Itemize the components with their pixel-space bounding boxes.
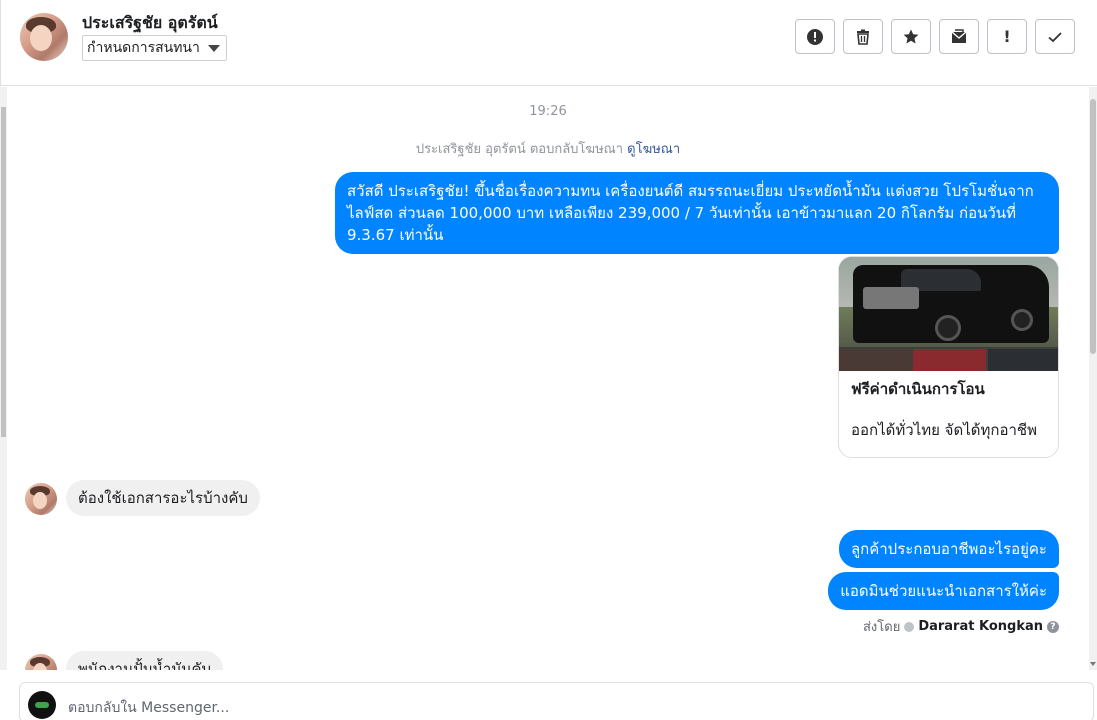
exclamation-icon: ! [1003, 27, 1011, 46]
caret-down-icon [207, 45, 220, 52]
ad-description: ออกได้ทั่วไทย จัดได้ทุกอาชีพ [851, 421, 1037, 439]
verified-icon [904, 621, 915, 632]
alert-circle-icon [807, 28, 823, 45]
page-avatar [28, 691, 56, 719]
incoming-message[interactable]: ต้องใช้เอกสารอะไรบ้างคับ [66, 480, 260, 516]
contact-avatar-small[interactable] [25, 483, 57, 515]
help-icon[interactable]: ? [1047, 620, 1059, 633]
ad-reply-note: ประเสริฐชัย อุตรัตน์ ตอบกลับโฆษณา ดูโฆษณ… [7, 138, 1089, 159]
sent-by-info: ส่งโดย Dararat Kongkan ? [863, 616, 1059, 637]
conversation-header: ประเสริฐชัย อุตรัตน์ กำหนดการสนทนา ! [0, 0, 1097, 86]
assign-conversation-dropdown[interactable]: กำหนดการสนทนา [82, 35, 227, 61]
spam-button[interactable] [795, 19, 835, 54]
view-ad-link[interactable]: ดูโฆษณา [627, 142, 680, 157]
conversation-toolbar: ! [795, 19, 1075, 54]
delete-button[interactable] [843, 19, 883, 54]
outgoing-message[interactable]: ลูกค้าประกอบอาชีพอะไรอยู่คะ [838, 530, 1059, 568]
ad-reply-text: ประเสริฐชัย อุตรัตน์ ตอบกลับโฆษณา [415, 142, 623, 157]
contact-name[interactable]: ประเสริฐชัย อุตรัตน์ [82, 11, 218, 36]
contact-avatar-small[interactable] [25, 654, 57, 670]
ad-title: ฟรีค่าดำเนินการโอน [851, 380, 985, 398]
outgoing-message[interactable]: สวัสดี ประเสริฐชัย! ขึ้นชื่อเรื่องความทน… [335, 172, 1059, 254]
star-icon [903, 29, 919, 43]
ad-image[interactable] [839, 257, 1058, 371]
scroll-down-arrow-icon[interactable] [1090, 662, 1096, 666]
sent-by-label: ส่งโดย [862, 620, 901, 635]
contact-avatar[interactable] [20, 13, 68, 61]
reply-input-placeholder[interactable]: ตอบกลับใน Messenger... [68, 697, 229, 719]
check-icon [1048, 31, 1062, 42]
trash-icon [857, 29, 869, 45]
message-thread: 19:26 ประเสริฐชัย อุตรัตน์ ตอบกลับโฆษณา … [7, 87, 1089, 670]
message-timestamp: 19:26 [529, 104, 567, 119]
follow-up-button[interactable]: ! [987, 19, 1027, 54]
mark-unread-button[interactable] [939, 19, 979, 54]
incoming-message[interactable]: พนักงานปั้มน้ำมันคับ [66, 651, 224, 670]
star-button[interactable] [891, 19, 931, 54]
envelope-icon [951, 28, 967, 43]
done-button[interactable] [1035, 19, 1075, 54]
ad-card[interactable]: ฟรีค่าดำเนินการโอน ออกได้ทั่วไทย จัดได้ท… [838, 256, 1059, 458]
reply-composer[interactable]: ตอบกลับใน Messenger... [19, 682, 1094, 720]
assign-conversation-label: กำหนดการสนทนา [87, 40, 200, 56]
sender-name: Dararat Kongkan [918, 619, 1043, 634]
left-scrollbar[interactable] [0, 87, 7, 670]
outgoing-message[interactable]: แอดมินช่วยแนะนำเอกสารให้ค่ะ [828, 572, 1059, 610]
chat-scrollbar[interactable] [1089, 87, 1097, 670]
